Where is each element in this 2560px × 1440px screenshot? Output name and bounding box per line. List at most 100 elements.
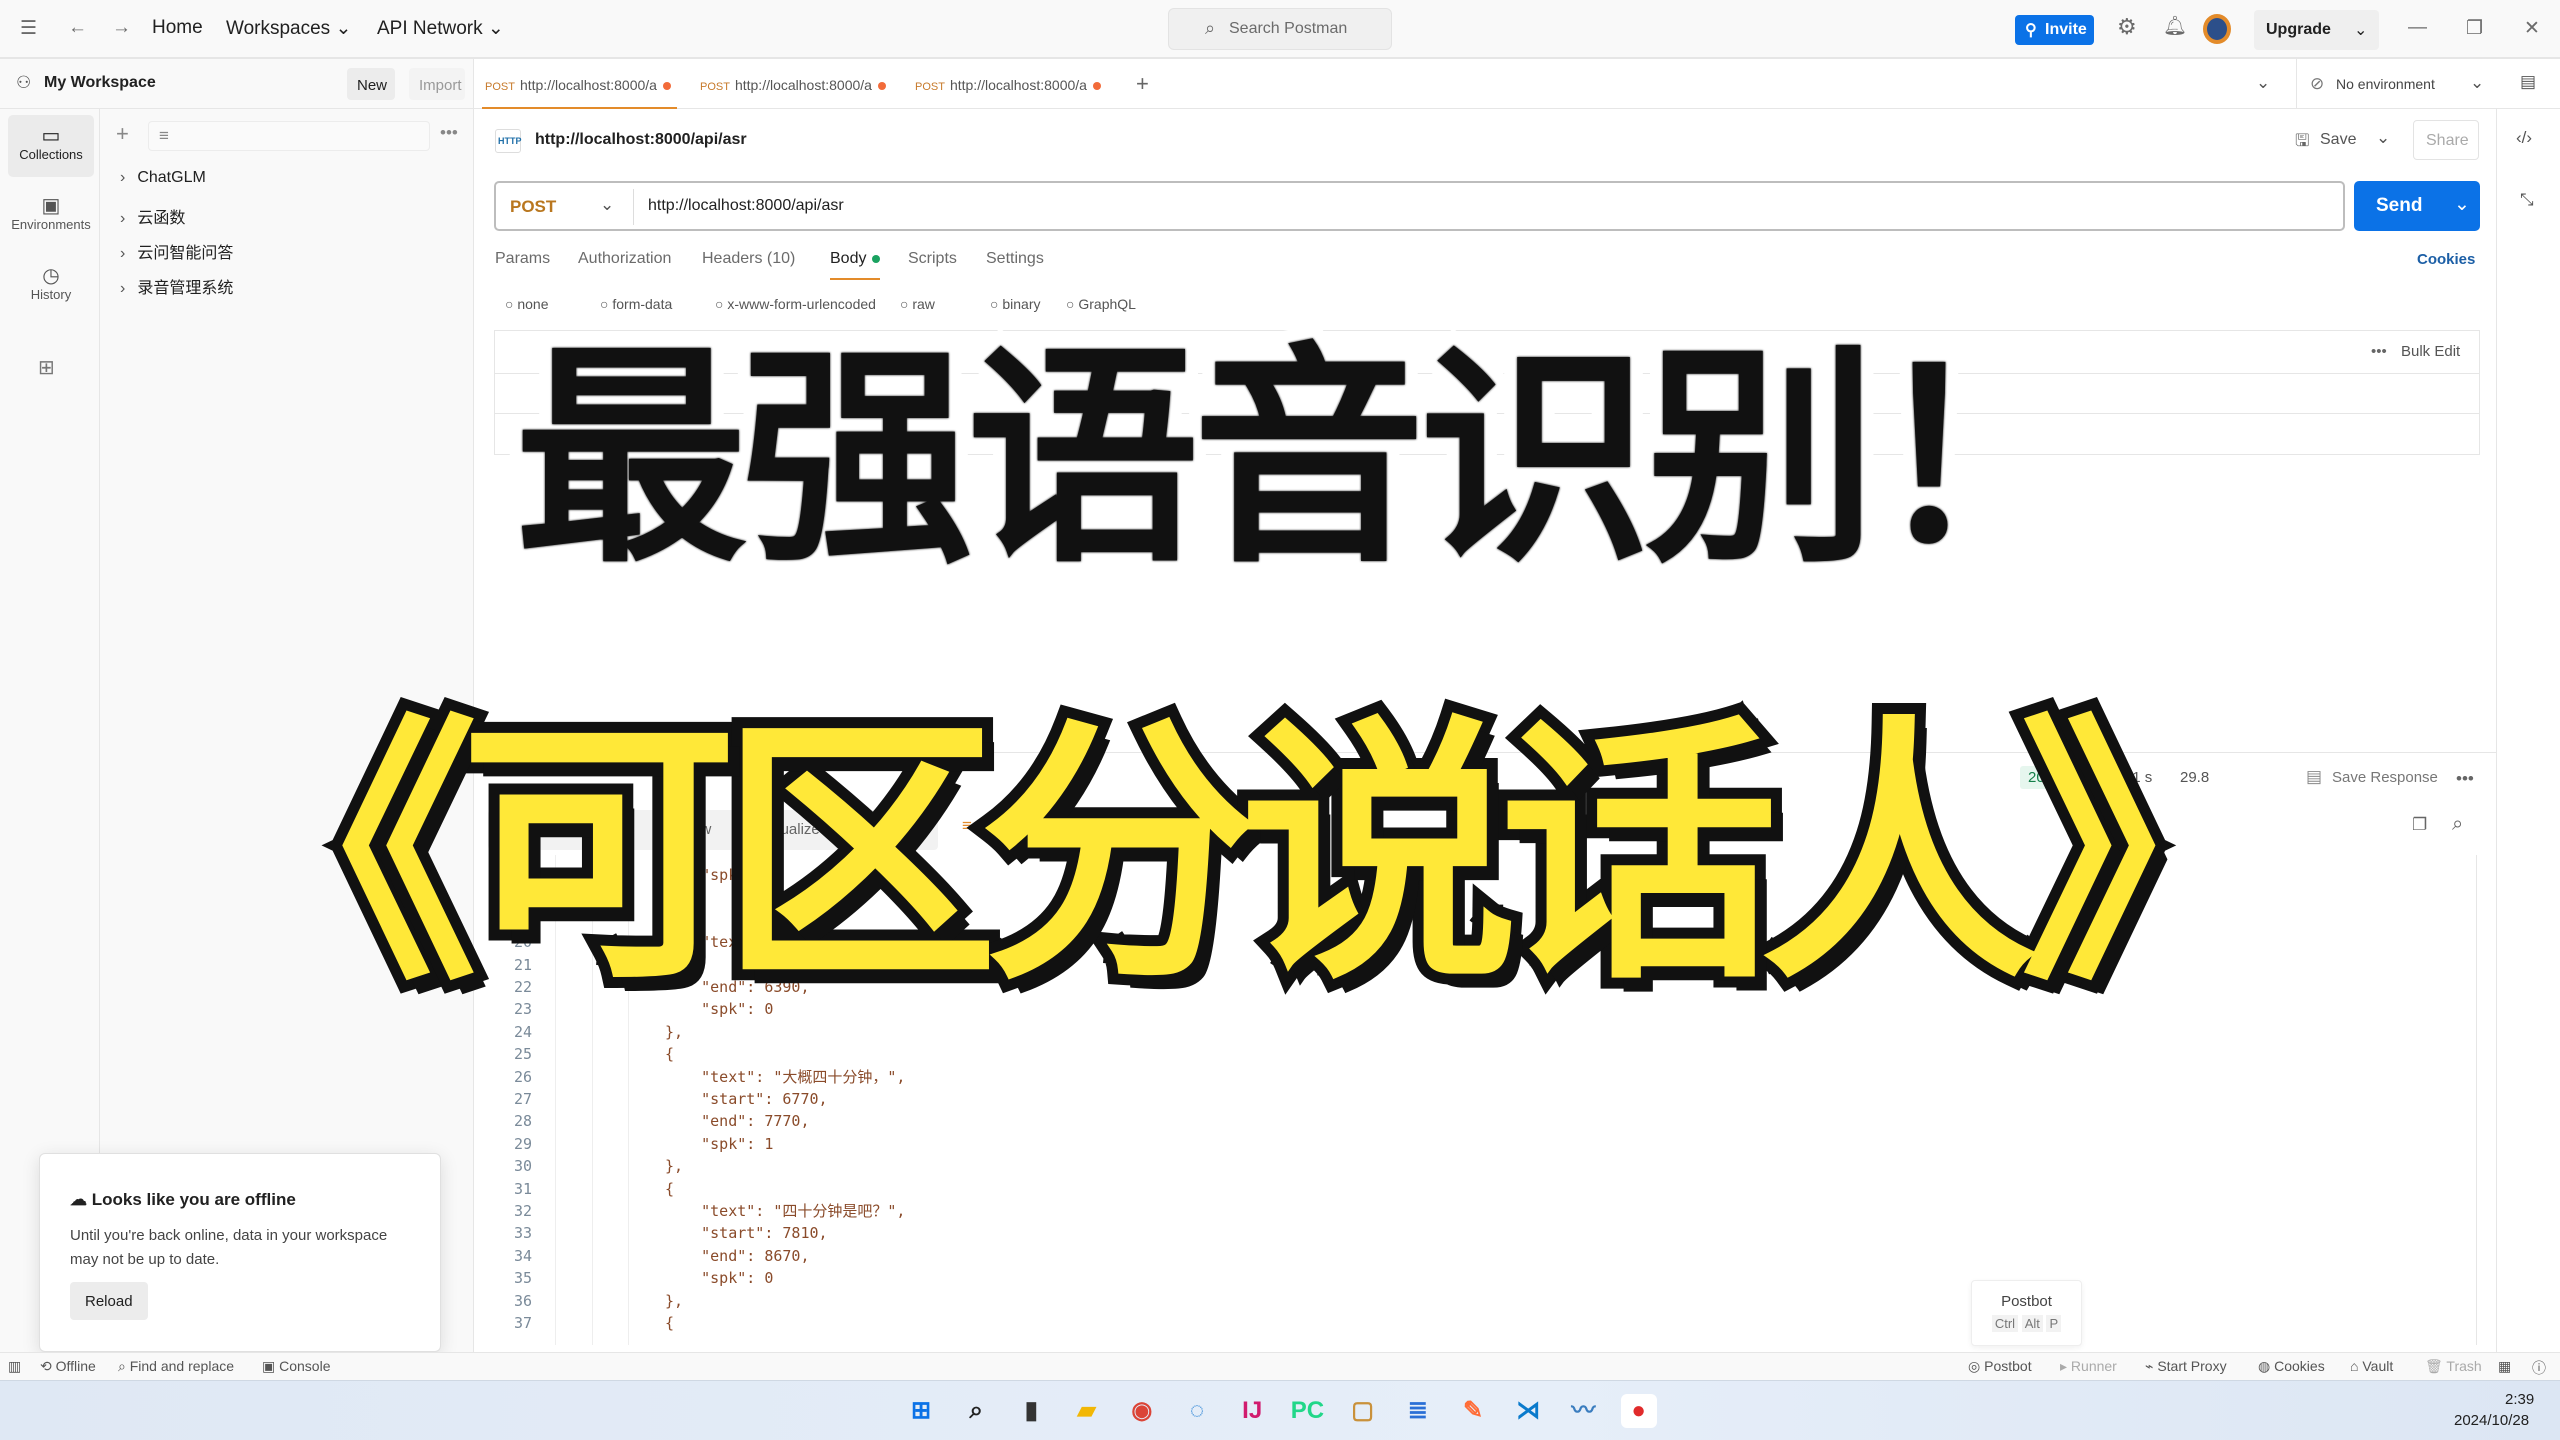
invite-button[interactable]: ⚲ Invite <box>2015 15 2094 45</box>
history-icon: ◷ <box>42 265 60 287</box>
tab-params[interactable]: Params <box>495 250 550 268</box>
recorder-icon[interactable]: ● <box>1620 1394 1657 1428</box>
cookies-link[interactable]: Cookies <box>2417 251 2475 268</box>
tab-request[interactable]: POST http://localhost:8000/a <box>482 77 677 109</box>
start-icon[interactable]: ⊞ <box>903 1394 939 1428</box>
find-replace-button[interactable]: ⌕ Find and replace <box>118 1358 234 1375</box>
tab-settings[interactable]: Settings <box>986 250 1044 268</box>
sidebar-item-environments[interactable]: ▣ Environments <box>8 185 94 247</box>
body-type-raw[interactable]: ○ raw <box>900 296 935 312</box>
new-button[interactable]: New <box>347 68 395 100</box>
layout-icon[interactable]: ▦ <box>2498 1358 2511 1375</box>
upgrade-button[interactable]: Upgrade ⌄ <box>2254 10 2379 50</box>
clock-time[interactable]: 2:39 <box>2505 1391 2534 1408</box>
body-type-x-www-form-urlencoded[interactable]: ○ x-www-form-urlencoded <box>715 296 876 312</box>
body-type-form-data[interactable]: ○ form-data <box>600 296 672 312</box>
task-manager-icon[interactable]: 〰 <box>1565 1394 1601 1428</box>
toggle-sidebar-icon[interactable]: ▥ <box>8 1358 21 1375</box>
file-explorer-icon[interactable]: ▰ <box>1069 1394 1105 1428</box>
more-icon[interactable]: ••• <box>2456 769 2474 789</box>
search-icon[interactable]: ⌕ <box>2452 813 2463 836</box>
search-icon[interactable]: ⌕ <box>958 1394 994 1428</box>
body-type-none[interactable]: ○ none <box>505 296 549 312</box>
intellij-icon[interactable]: IJ <box>1234 1394 1270 1428</box>
filter-input[interactable]: ≡ <box>148 121 430 151</box>
more-icon[interactable]: ••• <box>440 123 458 143</box>
menu-icon[interactable]: ☰ <box>20 17 37 40</box>
postbot-popup[interactable]: Postbot Ctrl Alt P <box>1971 1280 2082 1346</box>
help-icon[interactable]: ⓘ <box>2532 1358 2546 1378</box>
pycharm-icon[interactable]: PC <box>1289 1394 1325 1428</box>
more-icon[interactable]: ••• <box>2371 343 2387 360</box>
tab-headers[interactable]: Headers (10) <box>702 250 795 268</box>
notepad-icon[interactable]: ≣ <box>1400 1394 1436 1428</box>
home-link[interactable]: Home <box>152 17 203 39</box>
tab-request[interactable]: POST http://localhost:8000/a <box>915 77 1101 93</box>
new-tab-icon[interactable]: + <box>1136 71 1149 97</box>
chrome-icon[interactable]: ◉ <box>1124 1394 1160 1428</box>
tab-scripts[interactable]: Scripts <box>908 250 957 268</box>
url-input[interactable]: http://localhost:8000/api/asr <box>648 197 844 215</box>
body-type-binary[interactable]: ○ binary <box>990 296 1041 312</box>
postbot-button[interactable]: ◎ Postbot <box>1968 1358 2032 1375</box>
method-select[interactable]: POST <box>510 197 556 217</box>
runner-button[interactable]: ▸ Runner <box>2060 1358 2117 1375</box>
apps-icon[interactable]: ⊞ <box>38 355 55 380</box>
tab-authorization[interactable]: Authorization <box>578 250 671 268</box>
chevron-down-icon[interactable]: ⌄ <box>600 195 614 215</box>
radio-icon: ○ <box>505 296 518 312</box>
postman-icon[interactable]: ✎ <box>1455 1394 1491 1428</box>
send-button[interactable]: Send ⌄ <box>2354 181 2480 231</box>
collection-item[interactable]: › ChatGLM <box>120 169 206 187</box>
sidebar-item-collections[interactable]: ▭ Collections <box>8 115 94 177</box>
trash-button[interactable]: 🗑︎ Trash <box>2425 1358 2482 1375</box>
environments-icon: ▣ <box>41 195 61 217</box>
add-collection-icon[interactable]: + <box>116 121 129 147</box>
save-dropdown-icon[interactable]: ⌄ <box>2376 128 2390 148</box>
search-input[interactable]: ⌕ Search Postman <box>1168 8 1392 50</box>
reload-button[interactable]: Reload <box>70 1282 148 1320</box>
close-icon[interactable]: ✕ <box>2524 17 2540 40</box>
related-icon[interactable]: ⤡ <box>2520 190 2534 210</box>
notes-icon[interactable]: ▢ <box>1345 1394 1381 1428</box>
tab-request[interactable]: POST http://localhost:8000/a <box>700 77 886 93</box>
code-icon[interactable]: ‹/› <box>2516 128 2532 148</box>
chevron-down-icon[interactable]: ⌄ <box>2354 20 2367 40</box>
copy-icon[interactable]: ❐ <box>2412 815 2427 835</box>
save-response-button[interactable]: Save Response <box>2332 769 2438 786</box>
share-button[interactable]: Share <box>2413 120 2479 160</box>
api-network-menu[interactable]: API Network ⌄ <box>377 17 504 40</box>
start-proxy-button[interactable]: ⌁ Start Proxy <box>2145 1358 2227 1375</box>
minimize-icon[interactable]: — <box>2408 17 2427 39</box>
environment-quick-look-icon[interactable]: ▤ <box>2520 72 2536 92</box>
chevron-down-icon[interactable]: ⌄ <box>2470 73 2484 93</box>
bulk-edit-button[interactable]: Bulk Edit <box>2401 343 2460 360</box>
tab-body[interactable]: Body <box>830 250 881 268</box>
offline-status[interactable]: ⟲ Offline <box>40 1358 96 1375</box>
collection-item[interactable]: › 云问智能问答 <box>120 239 233 263</box>
app-icon[interactable]: ◌ <box>1179 1394 1215 1428</box>
clock-date[interactable]: 2024/10/28 <box>2454 1412 2529 1429</box>
gear-icon[interactable]: ⚙ <box>2117 14 2137 40</box>
import-button[interactable]: Import <box>409 68 465 100</box>
back-icon[interactable]: ← <box>68 17 87 39</box>
collection-item[interactable]: › 云函数 <box>120 204 185 228</box>
console-button[interactable]: ▣ Console <box>262 1358 331 1375</box>
body-type-GraphQL[interactable]: ○ GraphQL <box>1066 296 1136 312</box>
task-view-icon[interactable]: ▮ <box>1013 1394 1049 1428</box>
chevron-down-icon[interactable]: ⌄ <box>2454 193 2470 216</box>
save-button[interactable]: Save <box>2320 131 2356 149</box>
cookies-button[interactable]: ◍ Cookies <box>2258 1358 2325 1375</box>
vault-button[interactable]: ⌂ Vault <box>2350 1358 2393 1374</box>
bell-icon[interactable]: 🔔︎ <box>2163 14 2187 38</box>
tabs-dropdown-icon[interactable]: ⌄ <box>2256 73 2270 93</box>
workspaces-menu[interactable]: Workspaces ⌄ <box>226 17 351 40</box>
avatar[interactable] <box>2203 14 2231 44</box>
restore-icon[interactable]: ❐ <box>2466 17 2483 40</box>
sidebar-item-history[interactable]: ◷ History <box>8 255 94 317</box>
workspace-name[interactable]: My Workspace <box>44 74 156 92</box>
forward-icon[interactable]: → <box>112 17 131 39</box>
environment-select[interactable]: No environment <box>2336 76 2435 92</box>
vscode-icon[interactable]: ⋊ <box>1510 1394 1546 1428</box>
collection-item[interactable]: › 录音管理系统 <box>120 274 233 298</box>
